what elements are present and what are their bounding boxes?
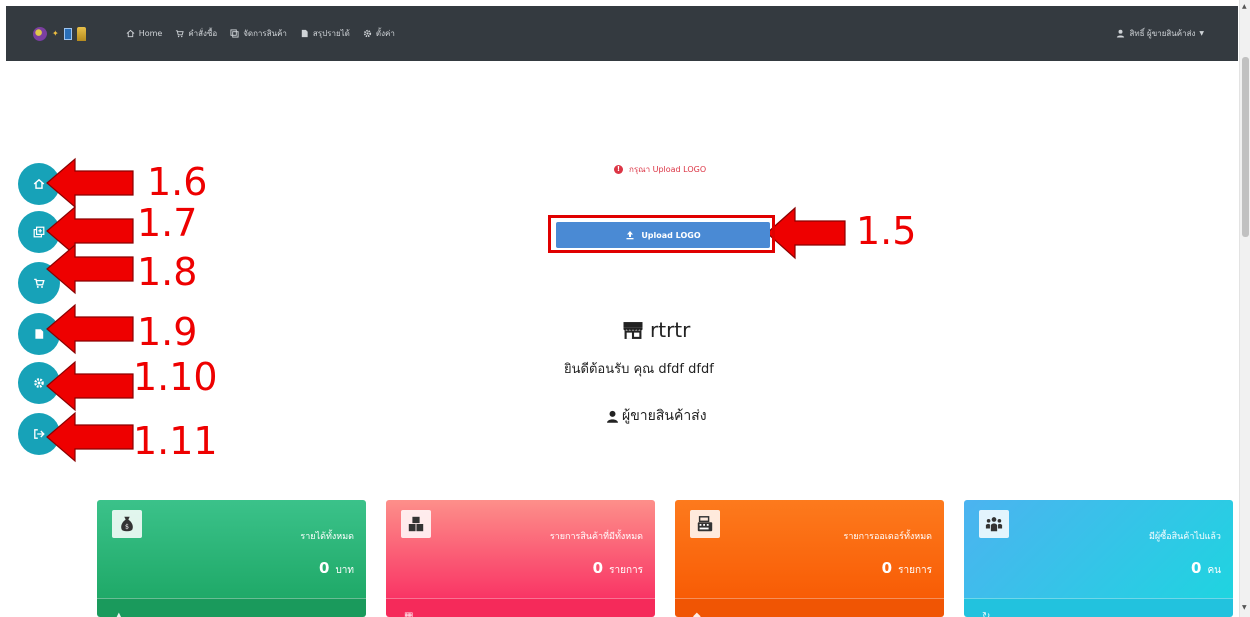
report-icon (301, 29, 308, 38)
annotation-arrow-1-10 (46, 360, 134, 412)
card-total-buyers[interactable]: ↻ มีผู้ซื้อสินค้าไปแล้ว 0 คน (964, 500, 1233, 617)
brand-logos[interactable]: ✦ (33, 26, 86, 41)
annotation-label-1-9: 1.9 (137, 310, 198, 354)
upload-logo-button[interactable]: Upload LOGO (556, 222, 770, 248)
card-number: 0 (319, 559, 330, 577)
annotation-arrow-1-6 (46, 157, 134, 209)
card-number: 0 (592, 559, 604, 577)
boxes-icon (401, 510, 431, 538)
card-value: 0 รายการ (882, 559, 932, 578)
annotation-label-1-10: 1.10 (133, 355, 218, 399)
annotation-arrow-1-5 (766, 206, 846, 260)
card-title: รายได้ทั้งหมด (300, 532, 354, 542)
page-scrollbar[interactable]: ▲ ▼ (1239, 0, 1250, 617)
user-menu[interactable]: สิทธิ์ ผู้ขายสินค้าส่ง ▼ (1116, 27, 1204, 40)
card-total-orders[interactable]: ◆ รายการออเดอร์ทั้งหมด 0 รายการ (675, 500, 944, 617)
card-value: 0 บาท (319, 559, 354, 578)
nav-home-label: Home (138, 29, 163, 38)
emblem-logo (33, 26, 47, 41)
chevron-down-icon: ▼ (1199, 30, 1204, 37)
scroll-up-icon[interactable]: ▲ (1242, 3, 1247, 10)
nav-orders[interactable]: คำสั่งซื้อ (175, 27, 217, 40)
calendar-icon: ▦ (404, 611, 414, 617)
logo-badge (63, 27, 72, 40)
annotation-label-1-11: 1.11 (133, 419, 218, 463)
card-unit: รายการ (609, 565, 643, 576)
nav-settings-label: ตั้งค่า (375, 29, 395, 38)
card-footer: ↻ (964, 598, 1233, 617)
upload-icon (626, 231, 634, 240)
users-icon (979, 510, 1009, 538)
report-icon (35, 329, 44, 339)
tag-icon: ◆ (693, 611, 701, 617)
home-icon (126, 29, 135, 38)
user-menu-label: สิทธิ์ ผู้ขายสินค้าส่ง (1129, 29, 1196, 38)
tower-logo (76, 26, 86, 41)
annotation-arrow-1-9 (46, 303, 134, 355)
card-footer: ▦ (386, 598, 655, 617)
top-navbar: ✦ Home คำสั่งซื้อ จัดการสินค้า สรุปรายได… (6, 6, 1238, 61)
scroll-thumb[interactable] (1242, 57, 1249, 237)
warning-icon: ▲ (115, 611, 123, 617)
money-bag-icon: $ (112, 510, 142, 538)
annotation-label-1-5: 1.5 (856, 209, 917, 253)
gear-icon (363, 29, 371, 38)
user-icon (1117, 29, 1125, 38)
card-number: 0 (881, 559, 893, 577)
app-window: ✦ Home คำสั่งซื้อ จัดการสินค้า สรุปรายได… (0, 0, 1250, 617)
svg-text:$: $ (125, 524, 129, 531)
upload-logo-alert: ! กรุณา Upload LOGO (614, 163, 706, 176)
alert-icon: ! (614, 165, 623, 174)
welcome-text: ยินดีต้อนรับ คุณ dfdf dfdf (564, 362, 714, 377)
logo-mark: ✦ (52, 28, 59, 38)
card-footer: ◆ (675, 598, 944, 617)
card-value: 0 รายการ (593, 559, 643, 578)
logout-icon (34, 429, 45, 439)
shop-name-heading: rtrtr (622, 318, 690, 342)
product-icon (230, 29, 239, 38)
annotation-label-1-8: 1.8 (137, 250, 198, 294)
annotation-arrow-1-11 (46, 411, 134, 463)
scroll-down-icon[interactable]: ▼ (1242, 604, 1247, 611)
nav-revenue[interactable]: สรุปรายได้ (300, 27, 350, 40)
alert-text: กรุณา Upload LOGO (629, 165, 707, 174)
card-number: 0 (1191, 559, 1202, 577)
shop-name: rtrtr (650, 318, 691, 342)
card-value: 0 คน (1191, 559, 1221, 578)
nav-revenue-label: สรุปรายได้ (312, 29, 350, 38)
upload-logo-label: Upload LOGO (641, 230, 701, 240)
nav-products[interactable]: จัดการสินค้า (230, 27, 287, 40)
gear-icon (34, 378, 44, 388)
card-footer: ▲ (97, 598, 366, 617)
annotation-label-1-6: 1.6 (147, 160, 208, 204)
nav-orders-label: คำสั่งซื้อ (188, 29, 218, 38)
card-unit: บาท (335, 565, 354, 576)
cart-icon (176, 30, 185, 38)
card-unit: รายการ (898, 565, 932, 576)
cash-register-icon (690, 510, 720, 538)
user-role-label: ผู้ขายสินค้าส่ง (622, 408, 707, 424)
home-icon (33, 178, 45, 189)
annotation-arrow-1-8 (46, 243, 134, 295)
card-title: รายการออเดอร์ทั้งหมด (843, 532, 932, 542)
user-icon (607, 410, 618, 423)
add-product-icon (33, 226, 45, 238)
card-title: มีผู้ซื้อสินค้าไปแล้ว (1148, 532, 1221, 542)
card-unit: คน (1207, 565, 1221, 576)
annotation-label-1-7: 1.7 (137, 201, 198, 245)
card-title: รายการสินค้าที่มีทั้งหมด (549, 532, 643, 542)
user-role: ผู้ขายสินค้าส่ง (606, 405, 707, 427)
cart-icon (34, 278, 45, 288)
store-icon (623, 321, 643, 339)
card-total-products[interactable]: ▦ รายการสินค้าที่มีทั้งหมด 0 รายการ (386, 500, 655, 617)
nav-settings[interactable]: ตั้งค่า (363, 27, 395, 40)
refresh-icon: ↻ (982, 611, 991, 617)
nav-home[interactable]: Home (126, 27, 163, 40)
nav-products-label: จัดการสินค้า (243, 29, 287, 38)
card-total-revenue[interactable]: ▲ $ รายได้ทั้งหมด 0 บาท (97, 500, 366, 617)
nav-links: Home คำสั่งซื้อ จัดการสินค้า สรุปรายได้ … (126, 27, 395, 40)
